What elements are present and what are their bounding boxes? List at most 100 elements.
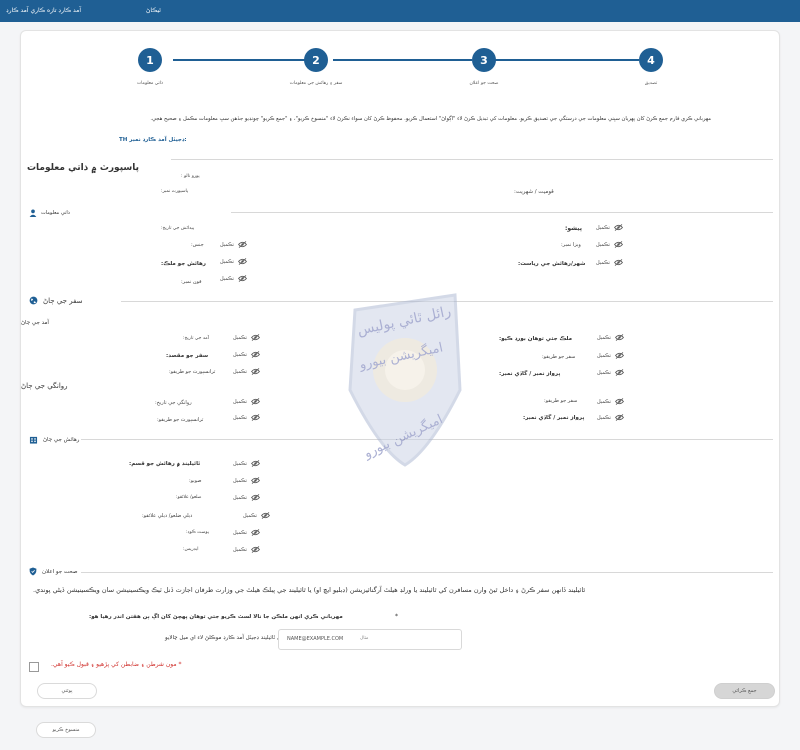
shield-icon xyxy=(29,567,37,576)
edit-toggle[interactable]: تڪميل xyxy=(233,334,260,341)
email-input[interactable]: NAME@EXAMPLE.COM مثال xyxy=(278,629,462,650)
residence-city-label: شهر/رهائش جي رياست: xyxy=(518,261,586,267)
edit-toggle[interactable]: تڪميل xyxy=(243,512,270,519)
transport-mode-label: ٽرانسپورٽ جو طريقو: xyxy=(169,369,216,375)
edit-label: تڪميل xyxy=(596,259,610,266)
district-label: ضلعو/ علائقو: xyxy=(176,495,202,500)
edit-label: تڪميل xyxy=(243,512,257,519)
edit-toggle[interactable]: تڪميل xyxy=(233,494,260,501)
edit-toggle[interactable]: تڪميل xyxy=(233,460,260,467)
passport-number-label: پاسپورٽ نمبر: xyxy=(161,189,189,194)
edit-label: تڪميل xyxy=(220,275,234,282)
step-4-circle[interactable]: 4 xyxy=(639,48,663,72)
edit-toggle[interactable]: تڪميل xyxy=(220,275,247,282)
edit-label: تڪميل xyxy=(597,414,611,421)
edit-toggle[interactable]: تڪميل xyxy=(233,351,260,358)
eye-off-icon xyxy=(237,241,247,248)
edit-label: تڪميل xyxy=(233,334,247,341)
edit-toggle[interactable]: تڪميل xyxy=(233,546,260,553)
step-1-circle[interactable]: 1 xyxy=(138,48,162,72)
edit-toggle[interactable]: تڪميل xyxy=(597,414,624,421)
edit-label: تڪميل xyxy=(596,224,610,231)
gender-label: جنس: xyxy=(191,242,204,248)
personal-section-header: ذاتي معلومات xyxy=(29,209,70,217)
terms-checkbox[interactable] xyxy=(29,662,39,672)
edit-toggle[interactable]: تڪميل xyxy=(233,368,260,375)
edit-label: تڪميل xyxy=(233,546,247,553)
eye-off-icon xyxy=(250,368,260,375)
eye-off-icon xyxy=(250,334,260,341)
edit-label: تڪميل xyxy=(597,369,611,376)
edit-toggle[interactable]: تڪميل xyxy=(597,369,624,376)
edit-toggle[interactable]: تڪميل xyxy=(597,398,624,405)
eye-off-icon xyxy=(260,512,270,519)
brand-name[interactable]: ٿيڪاڻ xyxy=(146,7,161,14)
purpose-label: سفر جو مقصد: xyxy=(166,353,209,359)
eye-off-icon xyxy=(614,334,624,341)
edit-label: تڪميل xyxy=(233,398,247,405)
top-bar-title: آمد ڪارڊ تازه ڪاري آمد ڪارڊ xyxy=(6,7,81,14)
edit-toggle[interactable]: تڪميل xyxy=(220,241,247,248)
vaccination-notice: ٿائيليند ڏانهن سفر ڪرڻ ۽ داخل ٿيڻ وارن م… xyxy=(33,586,586,594)
step-connector xyxy=(495,59,639,61)
eye-off-icon xyxy=(613,241,623,248)
passport-section-title: پاسپورٽ ۾ ذاتي معلومات xyxy=(27,155,139,174)
edit-toggle[interactable]: تڪميل xyxy=(233,477,260,484)
passport-section-title-text: پاسپورٽ ۾ ذاتي معلومات xyxy=(27,163,139,173)
email-placeholder: NAME@EXAMPLE.COM xyxy=(287,636,344,642)
divider xyxy=(81,572,773,573)
residence-country-label: رهائش جو ملڪ: xyxy=(161,261,206,267)
intro-text: مهرباني ڪري فارم جمع ڪرڻ کان پهريان سڀني… xyxy=(150,116,711,122)
eye-off-icon xyxy=(250,414,260,421)
travel-section-title: سفر جي ڄاڻ xyxy=(43,296,83,305)
step-3-circle[interactable]: 3 xyxy=(472,48,496,72)
eye-off-icon xyxy=(237,275,247,282)
eye-off-icon xyxy=(237,258,247,265)
divider xyxy=(171,159,773,160)
back-button[interactable]: پوئتي xyxy=(37,683,97,699)
step-2-circle[interactable]: 2 xyxy=(304,48,328,72)
departure-subtitle: روانگي جي ڄاڻ xyxy=(21,382,68,390)
phone-label: فون نمبر: xyxy=(181,279,202,285)
edit-label: تڪميل xyxy=(233,368,247,375)
edit-toggle[interactable]: تڪميل xyxy=(233,414,260,421)
edit-toggle[interactable]: تڪميل xyxy=(596,241,623,248)
edit-toggle[interactable]: تڪميل xyxy=(220,258,247,265)
terms-label[interactable]: * مون شرطن ۽ ضابطن کي پڙهيو ۽ قبول ڪيو آ… xyxy=(51,661,182,668)
edit-toggle[interactable]: تڪميل xyxy=(597,352,624,359)
travel-mode-label: سفر جو طريقو: xyxy=(542,354,576,360)
eye-off-icon xyxy=(250,477,260,484)
departure-transport-label: ٽرانسپورٽ جو طريقو: xyxy=(157,417,204,423)
personal-section-title: ذاتي معلومات xyxy=(41,210,71,216)
edit-toggle[interactable]: تڪميل xyxy=(596,259,623,266)
cancel-button[interactable]: منسوخ ڪريو xyxy=(36,722,96,738)
edit-label: تڪميل xyxy=(597,398,611,405)
edit-toggle[interactable]: تڪميل xyxy=(596,224,623,231)
eye-off-icon xyxy=(614,369,624,376)
required-mark: * xyxy=(395,613,398,620)
edit-label: تڪميل xyxy=(220,258,234,265)
immigration-watermark-logo: رائل ٿائي پوليس اميگريشن بيورو اميگريشن … xyxy=(348,293,462,467)
boarding-country-label: ملڪ جتي توهان بورڊ ڪيو: xyxy=(499,336,573,342)
eye-off-icon xyxy=(613,224,623,231)
eye-off-icon xyxy=(614,414,624,421)
departure-travel-mode-label: سفر جو طريقو: xyxy=(544,398,578,404)
person-icon xyxy=(29,209,37,217)
accommodation-section-title: رهائش جي ڄاڻ xyxy=(43,437,80,443)
submit-button[interactable]: جمع ڪرائي xyxy=(714,683,775,699)
edit-label: تڪميل xyxy=(596,241,610,248)
departure-flight-number-label: پرواز نمبر / گاڏي نمبر: xyxy=(523,415,585,421)
edit-label: تڪميل xyxy=(597,334,611,341)
divider xyxy=(231,212,773,213)
eye-off-icon xyxy=(250,398,260,405)
address-label: ايڊريس: xyxy=(183,547,199,552)
eye-off-icon xyxy=(250,546,260,553)
edit-label: تڪميل xyxy=(597,352,611,359)
edit-toggle[interactable]: تڪميل xyxy=(233,398,260,405)
eye-off-icon xyxy=(614,352,624,359)
edit-toggle[interactable]: تڪميل xyxy=(597,334,624,341)
building-icon xyxy=(29,436,38,444)
edit-label: تڪميل xyxy=(233,351,247,358)
visa-number-label: ويزا نمبر: xyxy=(561,242,581,248)
edit-toggle[interactable]: تڪميل xyxy=(233,529,260,536)
